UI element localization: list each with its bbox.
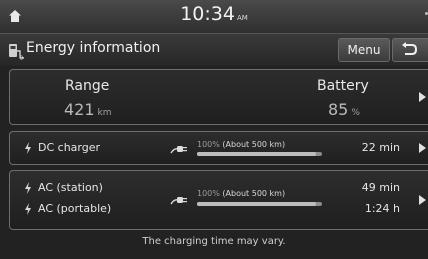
page-title: Energy information bbox=[26, 40, 161, 56]
battery-unit: % bbox=[351, 108, 360, 118]
ev-charge-icon: e bbox=[9, 44, 24, 61]
bolt-icon bbox=[25, 203, 31, 215]
ac-station-label: AC (station) bbox=[38, 181, 103, 194]
ac-charging-panel[interactable]: AC (station) AC (portable) 100% (About 5… bbox=[9, 170, 428, 230]
svg-text:e: e bbox=[19, 54, 23, 61]
ac-station-time: 49 min bbox=[361, 181, 400, 194]
menu-button[interactable]: Menu bbox=[338, 38, 390, 62]
dc-charge-progress-bar bbox=[197, 152, 322, 156]
dc-charger-label: DC charger bbox=[38, 141, 101, 154]
battery-label: Battery bbox=[317, 78, 369, 94]
dc-charger-panel[interactable]: DC charger 100% (About 500 km) 22 min bbox=[9, 131, 428, 165]
ac-portable-time: 1:24 h bbox=[364, 202, 400, 215]
back-icon bbox=[402, 42, 418, 55]
status-bar: 10:34 AM bbox=[0, 0, 428, 33]
dc-charge-time: 22 min bbox=[361, 141, 400, 154]
ac-portable-label: AC (portable) bbox=[38, 202, 112, 215]
dc-charge-progress-fill bbox=[197, 152, 316, 156]
range-value: 421 km bbox=[64, 100, 112, 119]
dc-charge-percent: 100% (About 500 km) bbox=[197, 140, 286, 149]
range-battery-panel[interactable]: Range 421 km Battery 85% bbox=[9, 69, 428, 125]
clock: 10:34 AM bbox=[0, 3, 428, 25]
arrow-right-icon bbox=[419, 92, 426, 102]
clock-time: 10:34 bbox=[180, 3, 235, 25]
bolt-icon bbox=[25, 142, 31, 154]
battery-value: 85% bbox=[328, 100, 360, 119]
charging-time-note: The charging time may vary. bbox=[142, 236, 286, 247]
bolt-icon bbox=[25, 182, 31, 194]
clock-ampm: AM bbox=[236, 14, 248, 22]
plug-icon bbox=[170, 197, 187, 205]
arrow-right-icon bbox=[419, 195, 426, 205]
back-button[interactable] bbox=[392, 38, 428, 62]
plug-icon bbox=[170, 146, 187, 154]
ac-charge-percent: 100% (About 500 km) bbox=[197, 189, 286, 198]
arrow-right-icon bbox=[419, 143, 426, 153]
title-bar: e Energy information Menu bbox=[0, 33, 428, 66]
range-label: Range bbox=[65, 78, 110, 94]
range-unit: km bbox=[97, 108, 112, 118]
ac-charge-progress-bar bbox=[197, 202, 322, 206]
ac-charge-progress-fill bbox=[197, 202, 316, 206]
